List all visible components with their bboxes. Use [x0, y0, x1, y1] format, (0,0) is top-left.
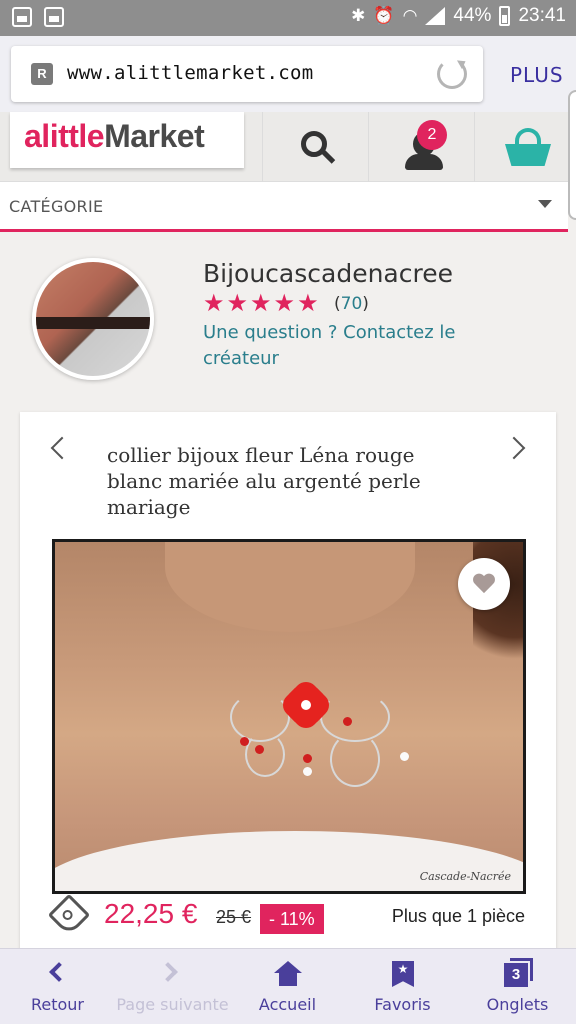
category-dropdown[interactable]: CATÉGORIE	[0, 182, 568, 232]
screenshot-notification-icon	[44, 7, 64, 27]
original-price: 25 €	[216, 907, 252, 927]
favorites-button[interactable]: ★ Favoris	[345, 949, 460, 1024]
tabs-button[interactable]: 3 Onglets	[460, 949, 575, 1024]
product-price: 22,25 €	[104, 898, 198, 929]
reader-mode-icon[interactable]: R	[31, 63, 53, 85]
heart-icon	[472, 574, 496, 596]
stock-info: Plus que 1 pièce	[391, 906, 525, 926]
gallery-notification-icon	[12, 7, 32, 27]
chevron-down-icon	[538, 200, 552, 208]
site-header: alittleMarket 2	[0, 112, 568, 182]
product-card: collier bijoux fleur Léna rouge blanc ma…	[20, 412, 556, 952]
flower-pendant	[278, 677, 334, 733]
bookmark-star-icon: ★	[392, 961, 414, 987]
home-button[interactable]: Accueil	[230, 949, 345, 1024]
battery-percent: 44%	[453, 5, 492, 26]
back-button[interactable]: Retour	[0, 949, 115, 1024]
forward-button[interactable]: Page suivante	[115, 949, 230, 1024]
alarm-icon: ⏰	[373, 6, 395, 25]
star-icon: ★	[203, 289, 225, 317]
star-icon: ★	[297, 289, 319, 317]
star-icon: ★	[226, 289, 249, 317]
battery-icon	[499, 6, 511, 26]
browser-toolbar: R www.alittlemarket.com PLUS	[0, 36, 576, 112]
chevron-left-icon	[49, 962, 69, 982]
discount-badge: - 11%	[260, 904, 324, 934]
rating-stars: ★ ★ ★ ★ ★	[203, 290, 319, 316]
product-image[interactable]: Cascade-Nacrée	[52, 539, 526, 894]
browser-menu-button[interactable]: PLUS	[510, 63, 564, 87]
rating-count[interactable]: (70)	[334, 294, 369, 314]
category-label: CATÉGORIE	[9, 197, 104, 216]
next-product-icon[interactable]	[502, 436, 526, 460]
clock: 23:41	[518, 5, 566, 26]
wifi-icon: ◠	[402, 6, 418, 25]
address-bar[interactable]: R www.alittlemarket.com	[11, 46, 483, 102]
price-tag-icon	[47, 893, 91, 937]
reload-icon[interactable]	[437, 59, 467, 89]
star-icon: ★	[273, 289, 296, 317]
contact-seller-link[interactable]: Une question ? Contactez le créateur	[203, 320, 493, 372]
search-button[interactable]	[262, 112, 368, 182]
notification-badge: 2	[417, 120, 447, 150]
signal-icon	[425, 7, 446, 25]
site-logo[interactable]: alittleMarket	[10, 112, 244, 168]
favorite-button[interactable]	[458, 558, 510, 610]
seller-avatar[interactable]	[32, 258, 154, 380]
account-button[interactable]: 2	[368, 112, 474, 182]
tabs-icon: 3	[504, 958, 533, 987]
previous-product-icon[interactable]	[50, 436, 74, 460]
url-text[interactable]: www.alittlemarket.com	[67, 62, 314, 84]
star-icon: ★	[250, 289, 272, 317]
status-bar: ✱ ⏰ ◠ 44% 23:41	[0, 0, 576, 36]
search-icon	[301, 131, 327, 157]
chevron-right-icon	[158, 962, 178, 982]
seller-name[interactable]: Bijoucascadenacree	[203, 259, 453, 288]
image-watermark: Cascade-Nacrée	[419, 870, 511, 883]
bluetooth-icon: ✱	[351, 6, 366, 25]
product-title: collier bijoux fleur Léna rouge blanc ma…	[107, 443, 421, 519]
home-icon	[274, 961, 302, 987]
browser-bottom-nav: Retour Page suivante Accueil ★ Favoris 3…	[0, 948, 576, 1024]
edge-panel-handle[interactable]	[568, 90, 576, 220]
cart-button[interactable]	[474, 112, 568, 182]
